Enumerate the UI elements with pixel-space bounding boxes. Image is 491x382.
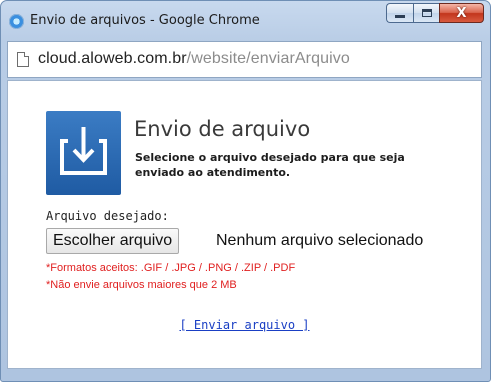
size-limit-note: *Não envie arquivos maiores que 2 MB [46, 279, 237, 291]
window-title: Envio de arquivos - Google Chrome [30, 13, 260, 28]
url-container: cloud.aloweb.com.br/website/enviarArquiv… [8, 42, 477, 77]
close-icon: X [456, 5, 467, 21]
upload-tray-svg [60, 127, 107, 175]
chrome-icon [9, 14, 24, 29]
url-text: cloud.aloweb.com.br/website/enviarArquiv… [38, 50, 350, 68]
page-content: Envio de arquivo Selecione o arquivo des… [7, 80, 482, 369]
page-icon [17, 52, 29, 67]
maximize-icon [421, 9, 432, 17]
url-host: cloud.aloweb.com.br [38, 50, 187, 67]
file-status-text: Nenhum arquivo selecionado [216, 232, 424, 249]
file-field-label: Arquivo desejado: [46, 209, 169, 223]
page-heading: Envio de arquivo [134, 117, 311, 141]
browser-popup-window: Envio de arquivos - Google Chrome X clou… [0, 0, 491, 382]
url-path: /website/enviarArquivo [186, 50, 350, 67]
upload-tray-icon [46, 111, 121, 195]
minimize-button[interactable] [386, 3, 413, 23]
close-button[interactable]: X [439, 3, 484, 23]
maximize-button[interactable] [413, 3, 439, 23]
minimize-icon [395, 14, 405, 18]
submit-file-link[interactable]: [ Enviar arquivo ] [8, 318, 481, 332]
title-bar[interactable]: Envio de arquivos - Google Chrome X [1, 1, 490, 41]
address-bar[interactable]: cloud.aloweb.com.br/website/enviarArquiv… [7, 41, 482, 78]
choose-file-button[interactable]: Escolher arquivo [46, 228, 180, 254]
window-controls: X [386, 3, 484, 23]
formats-note: *Formatos aceitos: .GIF / .JPG / .PNG / … [46, 262, 296, 274]
page-description: Selecione o arquivo desejado para que se… [135, 151, 405, 179]
